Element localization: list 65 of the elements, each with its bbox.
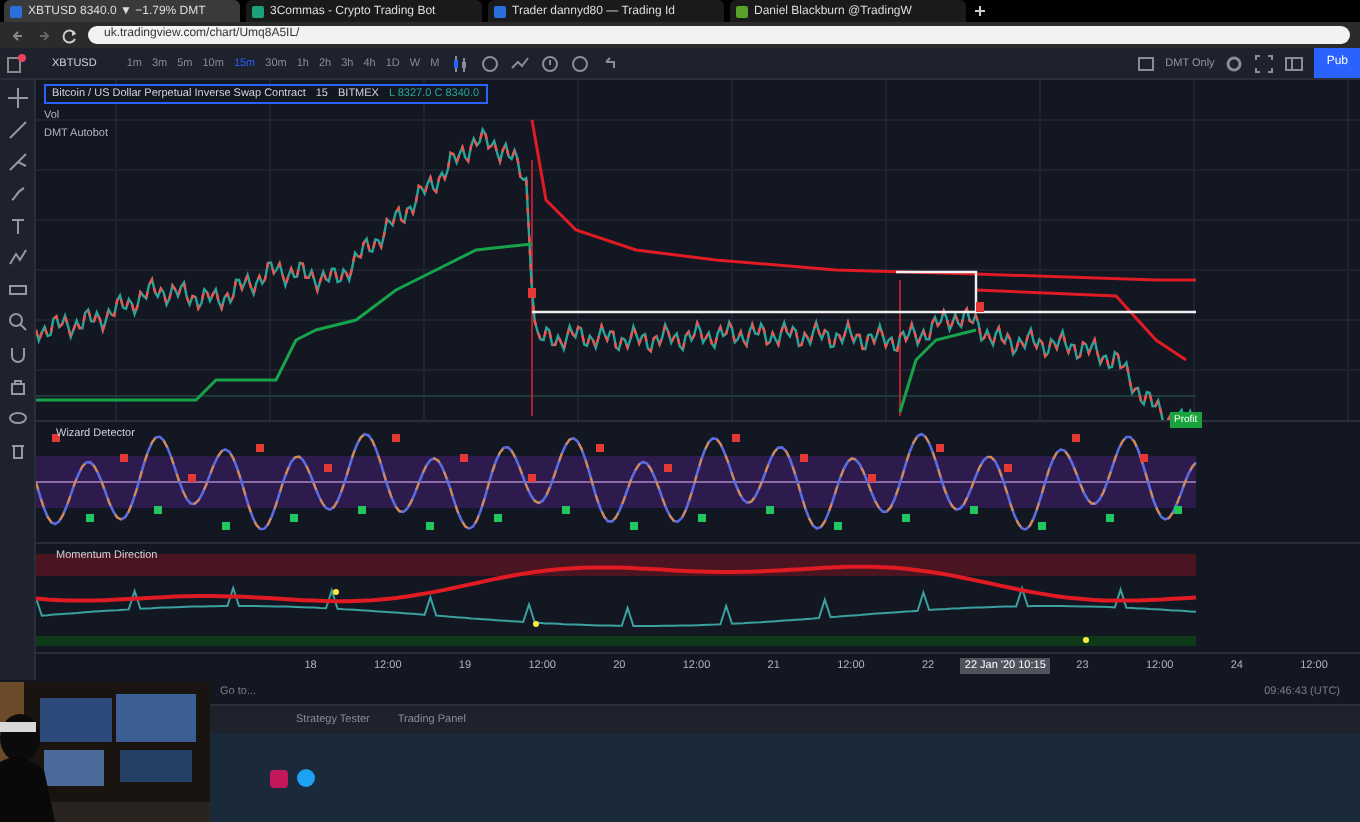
signal-marker — [868, 474, 876, 482]
compare-icon[interactable] — [509, 53, 530, 73]
signal-marker — [902, 514, 910, 522]
back-icon[interactable] — [10, 27, 26, 43]
signal-marker — [120, 454, 128, 462]
pattern-icon[interactable] — [7, 248, 27, 268]
signal-marker — [630, 522, 638, 530]
reload-icon[interactable] — [62, 27, 78, 43]
signal-marker — [392, 434, 400, 442]
trash-icon[interactable] — [7, 440, 27, 460]
signal-marker — [766, 506, 774, 514]
signal-dot — [1083, 637, 1089, 643]
site-icon — [736, 5, 748, 17]
signal-marker — [800, 454, 808, 462]
site-icon — [494, 5, 506, 17]
signal-marker — [528, 288, 536, 298]
magnet-icon[interactable] — [7, 344, 27, 364]
fork-icon[interactable] — [7, 152, 27, 172]
line-icon[interactable] — [7, 120, 27, 140]
signal-marker — [52, 434, 60, 442]
signal-marker — [664, 464, 672, 472]
zoom-icon[interactable] — [7, 312, 27, 332]
signal-marker — [562, 506, 570, 514]
crosshair-icon[interactable] — [7, 88, 27, 108]
signal-marker — [1038, 522, 1046, 530]
alert-icon[interactable] — [539, 53, 560, 73]
signal-marker — [426, 522, 434, 530]
signal-marker — [222, 522, 230, 530]
signal-marker — [596, 444, 604, 452]
signal-marker — [1072, 434, 1080, 442]
signal-marker — [494, 514, 502, 522]
signal-marker — [188, 474, 196, 482]
candle-icon[interactable] — [449, 53, 470, 73]
screenshot-icon[interactable] — [1284, 53, 1305, 73]
menu-icon[interactable] — [6, 53, 26, 73]
signal-marker — [460, 454, 468, 462]
signal-dot — [333, 589, 339, 595]
settings-icon[interactable] — [1224, 53, 1245, 73]
signal-marker — [290, 514, 298, 522]
signal-marker — [936, 444, 944, 452]
new-tab-icon[interactable] — [972, 0, 988, 22]
signal-dot — [533, 621, 539, 627]
text-icon[interactable] — [7, 216, 27, 236]
signal-marker — [154, 506, 162, 514]
forward-icon[interactable] — [36, 27, 52, 43]
signal-marker — [732, 434, 740, 442]
brush-icon[interactable] — [7, 184, 27, 204]
signal-marker — [1140, 454, 1148, 462]
signal-marker — [976, 302, 984, 312]
signal-marker — [1106, 514, 1114, 522]
signal-marker — [698, 514, 706, 522]
trailing-line — [898, 328, 977, 413]
site-icon — [252, 5, 264, 17]
signal-marker — [970, 506, 978, 514]
layout-icon[interactable] — [1135, 53, 1156, 73]
signal-marker — [86, 514, 94, 522]
signal-marker — [358, 506, 366, 514]
fullscreen-icon[interactable] — [1254, 53, 1275, 73]
signal-marker — [1174, 506, 1182, 514]
signal-marker — [256, 444, 264, 452]
signal-marker — [528, 474, 536, 482]
signal-marker — [324, 464, 332, 472]
site-icon — [10, 5, 22, 17]
signal-marker — [1004, 464, 1012, 472]
signal-marker — [834, 522, 842, 530]
